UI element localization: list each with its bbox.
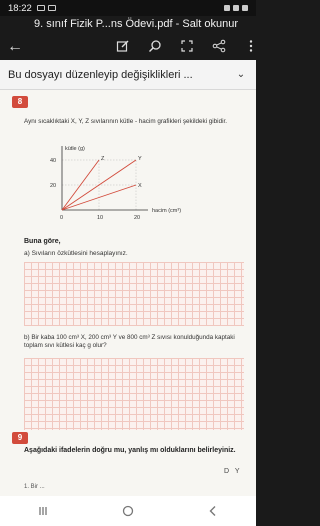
search-icon[interactable] — [148, 39, 162, 53]
question-8b-text: b) Bir kaba 100 cm³ X, 200 cm³ Y ve 800 … — [24, 334, 235, 349]
back-icon[interactable] — [204, 504, 222, 518]
y-axis-label: kütle (g) — [65, 146, 85, 152]
answer-grid-b — [24, 358, 244, 430]
answer-grid-a — [24, 262, 244, 326]
notification-icon — [47, 5, 56, 11]
y-tick-label: 40 — [50, 158, 56, 164]
status-time: 18:22 — [8, 2, 32, 14]
status-bar: 18:22 — [0, 0, 256, 16]
chevron-down-icon[interactable]: ⌄ — [234, 68, 248, 82]
mass-volume-chart: kütle (g) hacim (cm³) 0 10 20 20 40 Z Y X — [50, 146, 181, 221]
wifi-icon — [224, 5, 230, 11]
back-arrow-icon[interactable]: ← — [6, 38, 24, 56]
battery-icon — [242, 5, 248, 11]
more-options-icon[interactable] — [244, 39, 258, 53]
dogru-yanlis-header: D Y — [224, 468, 242, 475]
document-title: 9. sınıf Fizik P...ns Ödevi.pdf - Salt o… — [34, 18, 238, 30]
question-9-badge: 9 — [12, 432, 28, 444]
banner-text: Bu dosyayı düzenleyip değişiklikleri ... — [8, 68, 193, 81]
recent-apps-icon[interactable] — [34, 504, 52, 518]
x-axis-label: hacim (cm³) — [152, 208, 181, 214]
question-8-text: Aynı sıcaklıktaki X, Y, Z sıvılarının kü… — [24, 118, 227, 125]
edit-banner[interactable]: Bu dosyayı düzenleyip değişiklikleri ...… — [0, 60, 256, 90]
question-8-badge: 8 — [12, 96, 28, 108]
buna-gore-label: Buna göre, — [24, 238, 61, 245]
series-label-x: X — [138, 183, 142, 189]
document-page[interactable]: 8 Aynı sıcaklıktaki X, Y, Z sıvılarının … — [0, 90, 256, 496]
x-tick-label: 20 — [134, 215, 140, 221]
system-icons — [224, 5, 248, 11]
home-icon[interactable] — [119, 504, 137, 518]
x-tick-label: 10 — [97, 215, 103, 221]
navigation-bar — [0, 496, 256, 526]
y-tick-label: 20 — [50, 183, 56, 189]
series-label-z: Z — [101, 156, 105, 162]
question-9-text: Aşağıdaki ifadelerin doğru mu, yanlış mı… — [24, 447, 236, 454]
notification-icons — [36, 5, 56, 11]
question-8a-text: a) Sıvıların özkütlesini hesaplayınız. — [24, 250, 128, 257]
series-label-y: Y — [138, 156, 142, 162]
share-icon[interactable] — [212, 39, 226, 53]
x-tick-label: 0 — [60, 215, 63, 221]
signal-icon — [233, 5, 239, 11]
notification-icon — [36, 5, 45, 11]
app-bar: 9. sınıf Fizik P...ns Ödevi.pdf - Salt o… — [0, 16, 256, 60]
question-9-item: 1. Bir ... — [24, 484, 45, 490]
edit-icon[interactable] — [116, 39, 130, 53]
fullscreen-icon[interactable] — [180, 39, 194, 53]
